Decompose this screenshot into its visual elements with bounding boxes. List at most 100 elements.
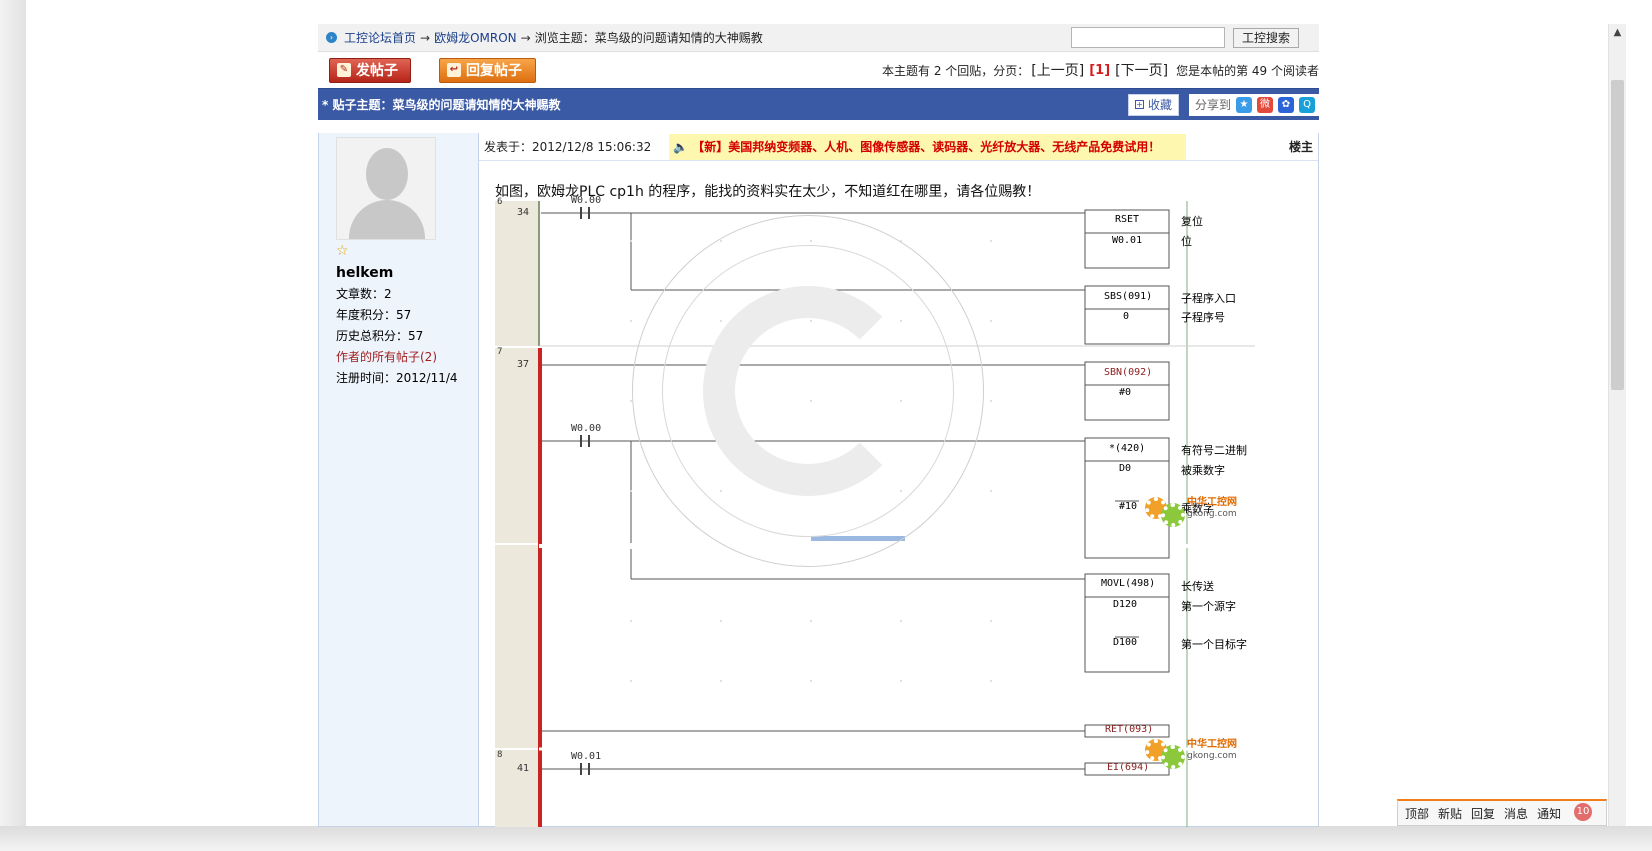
- box-comment: 第一个源字: [1181, 600, 1236, 613]
- search-input[interactable]: [1070, 27, 1225, 48]
- rung-number: 6: [497, 197, 503, 207]
- box-arg: #0: [1119, 387, 1132, 398]
- box-arg: #10: [1119, 501, 1138, 512]
- action-row: ✎ 发帖子 ↩ 回复帖子 本主题有 2 个回贴，分页： [上一页] [1] [下…: [318, 52, 1319, 88]
- pager-current-page: [1]: [1089, 62, 1111, 78]
- rank-star-icon: ☆: [336, 243, 349, 259]
- title-bar-tools: + 收藏 分享到 ★ 微 ✿ Q: [1127, 93, 1319, 116]
- box-op: RSET: [1115, 214, 1140, 225]
- rung-step: 41: [517, 763, 530, 774]
- toolbar-new-link[interactable]: 新贴: [1438, 805, 1462, 822]
- breadcrumb-arrow-icon: ›: [326, 32, 337, 43]
- topic-title: * 贴子主题：菜鸟级的问题请知情的大神赐教: [322, 98, 561, 112]
- box-op: MOVL(498): [1101, 578, 1156, 589]
- tencent-icon[interactable]: Q: [1299, 96, 1315, 113]
- copyright-watermark-c: [703, 286, 913, 496]
- reply-post-label: 回复帖子: [466, 63, 522, 79]
- box-comment: 位: [1181, 235, 1192, 248]
- pager-summary: 本主题有 2 个回贴，分页：: [882, 63, 1030, 78]
- toolbar-message-link[interactable]: 消息: [1504, 805, 1528, 822]
- contact-label: W0.01: [571, 751, 602, 762]
- author-all-posts-link[interactable]: 作者的所有帖子(2): [336, 348, 478, 365]
- scroll-up-icon[interactable]: ▲: [1609, 24, 1626, 41]
- forum-page: › 工控论坛首页 → 欧姆龙OMRON → 浏览主题： 菜鸟级的问题请知情的大神…: [318, 24, 1319, 120]
- reply-icon: ↩: [447, 63, 461, 77]
- box-comment: 子程序号: [1181, 311, 1225, 324]
- rung-number: 8: [497, 750, 503, 760]
- pager: 本主题有 2 个回贴，分页： [上一页] [1] [下一页] 您是本帖的第 49…: [882, 60, 1319, 80]
- pager-next-link[interactable]: [下一页]: [1115, 60, 1168, 80]
- post-time: 发表于：2012/12/8 15:06:32: [484, 140, 652, 154]
- breadcrumb-topic-prefix: 浏览主题：: [534, 31, 595, 45]
- post-text: 如图，欧姆龙PLC cp1h 的程序，能找的资料实在太少，不知道红在哪里，请各位…: [495, 184, 1041, 200]
- notify-count-badge: 10: [1574, 803, 1592, 821]
- post-content: 发表于：2012/12/8 15:06:32 🔈 【新】美国邦纳变频器、人机、图…: [479, 133, 1318, 827]
- gkong-logo: 中华工控网 gkong.com: [1145, 489, 1237, 527]
- scroll-thumb[interactable]: [1611, 80, 1624, 390]
- bottom-toolbar: 顶部 新贴 回复 消息 通知 10: [1397, 799, 1607, 826]
- baidu-icon[interactable]: ✿: [1278, 96, 1294, 113]
- toolbar-notify-link[interactable]: 通知: [1537, 805, 1561, 822]
- pencil-icon: ✎: [337, 63, 351, 77]
- post-meta: 发表于：2012/12/8 15:06:32 🔈 【新】美国邦纳变频器、人机、图…: [479, 133, 1318, 161]
- breadcrumb-category-link[interactable]: 欧姆龙OMRON: [434, 29, 517, 46]
- box-arg: W0.01: [1112, 235, 1143, 246]
- search-button[interactable]: 工控搜索: [1232, 27, 1299, 48]
- box-op: *(420): [1109, 443, 1146, 454]
- author-total-points: 历史总积分：57: [336, 329, 424, 343]
- browser-window: ▲ › 工控论坛首页 → 欧姆龙OMRON → 浏览主题： 菜鸟级的问题请知情的…: [0, 0, 1652, 851]
- breadcrumb-home-link[interactable]: 工控论坛首页: [344, 29, 416, 46]
- author-registered: 注册时间：2012/11/4: [336, 371, 458, 385]
- logo-cn-text: 中华工控网: [1187, 738, 1237, 750]
- floor-label: 楼主: [1288, 140, 1313, 154]
- logo-url-text: gkong.com: [1187, 750, 1237, 761]
- box-comment: 被乘数字: [1181, 464, 1225, 477]
- ad-banner[interactable]: 🔈 【新】美国邦纳变频器、人机、图像传感器、读码器、光纤放大器、无线产品免费试用…: [669, 133, 1187, 160]
- box-comment: 有符号二进制: [1181, 444, 1247, 457]
- author-profile: ☆ helkem 文章数：2 年度积分：57 历史总积分：57 作者的所有帖子(…: [319, 133, 479, 826]
- contact-label: W0.00: [571, 423, 602, 434]
- new-post-button[interactable]: ✎ 发帖子: [329, 57, 411, 83]
- box-comment: 子程序入口: [1181, 292, 1236, 305]
- share-label: 分享到: [1194, 98, 1231, 112]
- ladder-diagram-image: 6 34 W0.00 7 37 W0.00 8 41 W0.01 RSET W0…: [495, 195, 1255, 827]
- qzone-icon[interactable]: ★: [1236, 96, 1252, 113]
- gkong-logo: 中华工控网 gkong.com: [1145, 731, 1237, 769]
- logo-url-text: gkong.com: [1187, 508, 1237, 519]
- plus-icon: +: [1134, 100, 1144, 109]
- box-arg: D120: [1113, 599, 1138, 610]
- reply-post-button[interactable]: ↩ 回复帖子: [439, 57, 536, 83]
- box-arg: D100: [1113, 637, 1138, 648]
- rung-step: 34: [517, 207, 530, 218]
- author-year-points: 年度积分：57: [336, 308, 412, 322]
- breadcrumb-topic: 菜鸟级的问题请知情的大神赐教: [594, 31, 763, 45]
- topic-title-bar: * 贴子主题：菜鸟级的问题请知情的大神赐教 + 收藏 分享到 ★ 微 ✿ Q: [318, 88, 1319, 120]
- toolbar-reply-link[interactable]: 回复: [1471, 805, 1495, 822]
- box-comment: 第一个目标字: [1181, 638, 1247, 651]
- reader-count: 您是本帖的第 49 个阅读者: [1176, 63, 1319, 78]
- post-container: ☆ helkem 文章数：2 年度积分：57 历史总积分：57 作者的所有帖子(…: [318, 133, 1319, 827]
- new-post-label: 发帖子: [356, 63, 398, 79]
- rung-step: 37: [517, 359, 530, 370]
- weibo-icon[interactable]: 微: [1257, 96, 1273, 113]
- ad-text: 【新】美国邦纳变频器、人机、图像传感器、读码器、光纤放大器、无线产品免费试用！: [692, 140, 1161, 154]
- bottom-margin: [0, 826, 1652, 851]
- contact-label: W0.00: [571, 195, 602, 206]
- author-name[interactable]: helkem: [336, 265, 478, 281]
- share-bar: 分享到 ★ 微 ✿ Q: [1188, 93, 1319, 116]
- favorite-button[interactable]: + 收藏: [1127, 93, 1179, 116]
- left-margin: [0, 0, 26, 826]
- box-op: EI(694): [1107, 762, 1150, 773]
- logo-cn-text: 中华工控网: [1187, 496, 1237, 508]
- pager-prev-link[interactable]: [上一页]: [1031, 60, 1084, 80]
- vertical-scrollbar[interactable]: ▲: [1608, 24, 1626, 826]
- box-arg: 0: [1123, 311, 1130, 322]
- box-arg: D0: [1119, 463, 1132, 474]
- box-op: SBS(091): [1104, 291, 1153, 302]
- toolbar-top-link[interactable]: 顶部: [1405, 805, 1429, 822]
- avatar: [336, 137, 436, 240]
- author-post-count: 文章数：2: [336, 287, 392, 301]
- box-comment: 复位: [1181, 215, 1203, 228]
- box-comment: 长传送: [1181, 580, 1214, 593]
- speaker-icon: 🔈: [673, 139, 689, 154]
